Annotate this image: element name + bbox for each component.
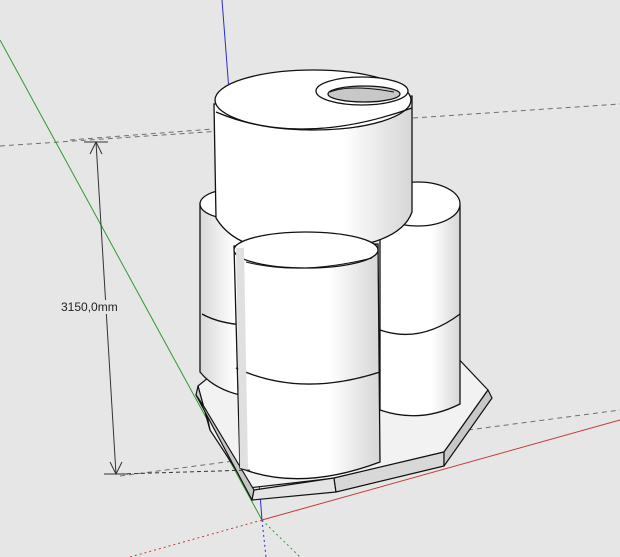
cylinder-top[interactable]	[213, 69, 413, 252]
3d-viewport[interactable]: 3150,0mm	[0, 0, 620, 557]
model-canvas[interactable]	[0, 0, 620, 557]
red-axis-dotted	[129, 519, 263, 557]
blue-axis-dotted	[261, 519, 267, 557]
green-axis-dotted	[261, 519, 301, 557]
cylinder-front[interactable]	[233, 231, 381, 480]
dimension-label[interactable]: 3150,0mm	[60, 300, 119, 314]
